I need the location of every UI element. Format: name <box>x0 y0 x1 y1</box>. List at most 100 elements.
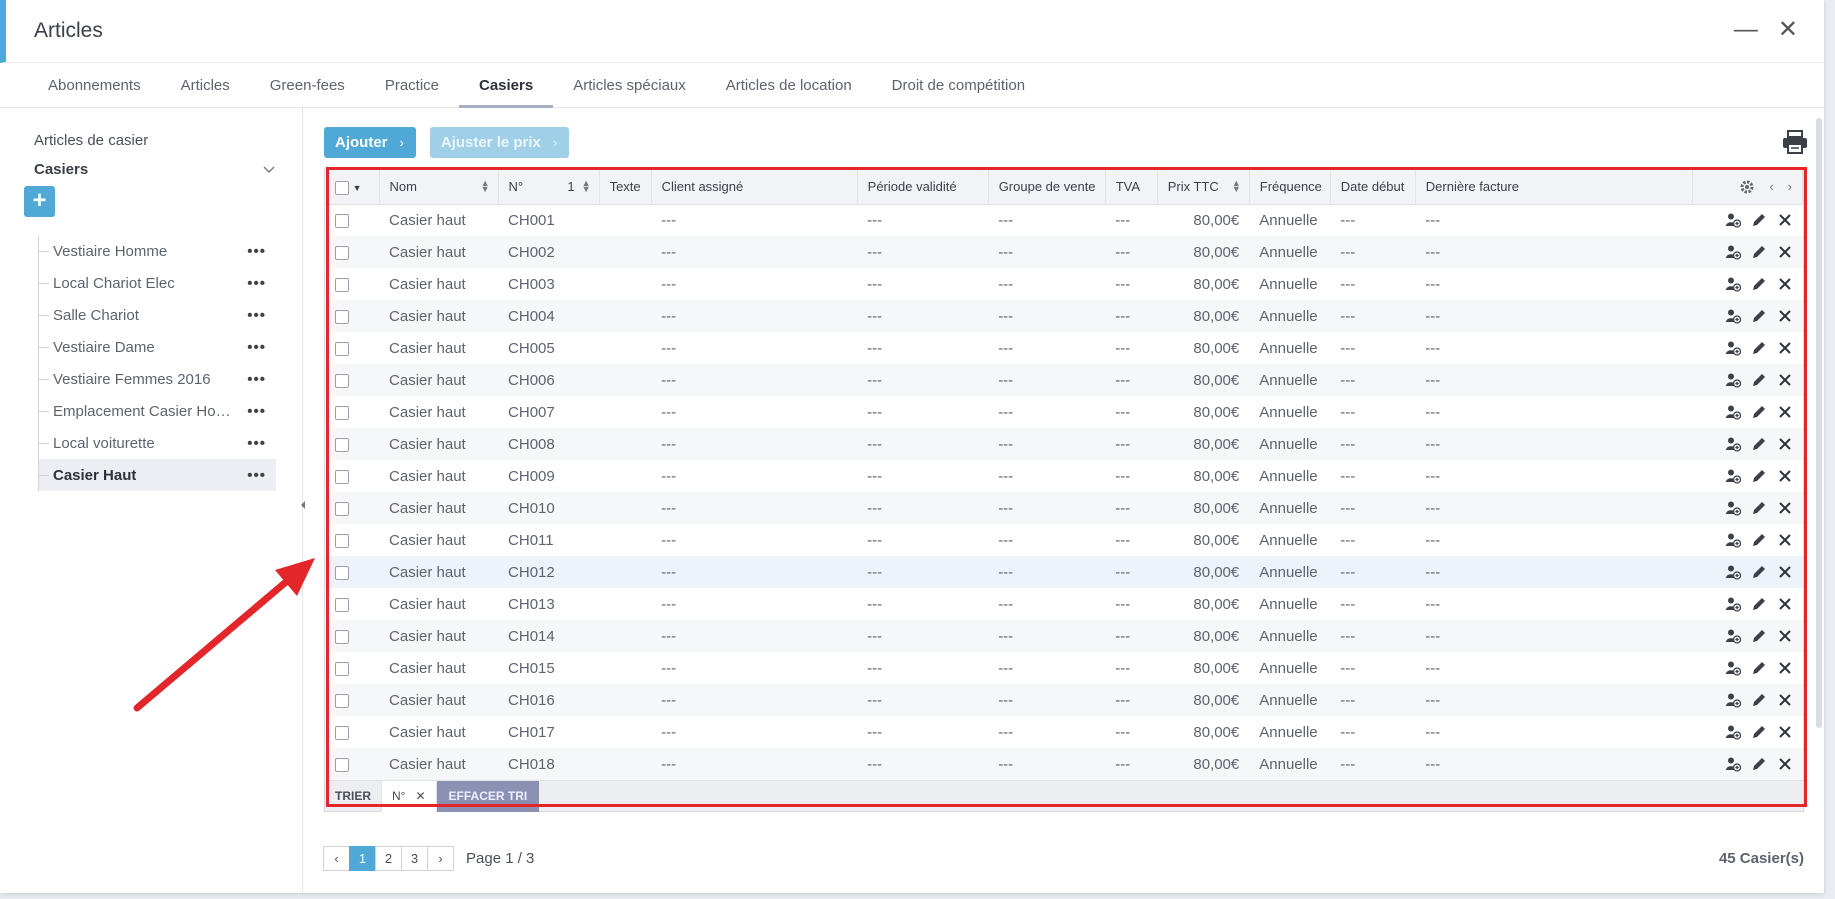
delete-x-icon[interactable] <box>1777 628 1793 644</box>
sidebar-item-local-voiturette[interactable]: Local voiturette ••• <box>39 427 276 459</box>
more-options-icon[interactable]: ••• <box>247 467 266 484</box>
row-checkbox[interactable] <box>335 469 349 484</box>
assign-user-icon[interactable] <box>1725 596 1741 612</box>
adjust-price-button[interactable]: Ajuster le prix › <box>429 127 570 158</box>
row-checkbox[interactable] <box>335 437 349 452</box>
col-date-debut[interactable]: Date début <box>1330 170 1416 205</box>
tab-droit-competition[interactable]: Droit de compétition <box>872 63 1045 107</box>
sidebar-title[interactable]: Articles de casier <box>34 132 276 149</box>
print-icon[interactable] <box>1782 130 1808 154</box>
table-row[interactable]: Casier haut CH016 --- --- --- --- 80,00€ Annuel… <box>325 684 1803 716</box>
tab-casiers[interactable]: Casiers <box>459 63 554 108</box>
delete-x-icon[interactable] <box>1777 468 1793 484</box>
row-checkbox[interactable] <box>335 661 349 676</box>
row-checkbox[interactable] <box>335 245 349 260</box>
settings-gear-icon[interactable] <box>1739 179 1755 195</box>
more-options-icon[interactable]: ••• <box>247 307 266 324</box>
sidebar-item-vestiaire-dame[interactable]: Vestiaire Dame ••• <box>39 331 276 363</box>
edit-pencil-icon[interactable] <box>1751 468 1767 484</box>
row-checkbox[interactable] <box>335 597 349 612</box>
assign-user-icon[interactable] <box>1725 564 1741 580</box>
delete-x-icon[interactable] <box>1777 532 1793 548</box>
table-row[interactable]: Casier haut CH015 --- --- --- --- 80,00€ Annuel… <box>325 652 1803 684</box>
row-checkbox[interactable] <box>335 693 349 708</box>
col-texte[interactable]: Texte <box>599 170 652 205</box>
table-row[interactable]: Casier haut CH014 --- --- --- --- 80,00€ Annuel… <box>325 620 1803 652</box>
more-options-icon[interactable]: ••• <box>247 371 266 388</box>
assign-user-icon[interactable] <box>1725 724 1741 740</box>
row-checkbox[interactable] <box>335 757 349 772</box>
row-checkbox[interactable] <box>335 725 349 740</box>
page-1-button[interactable]: 1 <box>349 846 376 871</box>
row-checkbox[interactable] <box>335 533 349 548</box>
col-derniere-facture[interactable]: Dernière facture <box>1415 170 1693 205</box>
edit-pencil-icon[interactable] <box>1751 372 1767 388</box>
edit-pencil-icon[interactable] <box>1751 756 1767 772</box>
sidebar-item-emplacement-casier-homme[interactable]: Emplacement Casier Hom... ••• <box>39 395 276 427</box>
assign-user-icon[interactable] <box>1725 660 1741 676</box>
col-tva[interactable]: TVA <box>1105 170 1158 205</box>
sidebar-item-casier-haut[interactable]: Casier Haut ••• <box>39 459 276 491</box>
sort-icon[interactable]: ▲ ▼ <box>582 179 591 194</box>
edit-pencil-icon[interactable] <box>1751 340 1767 356</box>
col-periode[interactable]: Période validité <box>857 170 989 205</box>
sidebar-item-vestiaire-femmes-2016[interactable]: Vestiaire Femmes 2016 ••• <box>39 363 276 395</box>
more-options-icon[interactable]: ••• <box>247 403 266 420</box>
delete-x-icon[interactable] <box>1777 500 1793 516</box>
prev-page-button[interactable]: ‹ <box>323 846 350 871</box>
vertical-scrollbar[interactable] <box>1816 118 1822 728</box>
edit-pencil-icon[interactable] <box>1751 212 1767 228</box>
page-3-button[interactable]: 3 <box>401 846 428 871</box>
edit-pencil-icon[interactable] <box>1751 660 1767 676</box>
clear-sort-button[interactable]: EFFACER TRI <box>436 780 540 812</box>
delete-x-icon[interactable] <box>1777 372 1793 388</box>
table-row[interactable]: Casier haut CH004 --- --- --- --- 80,00€ Annuel… <box>325 300 1803 332</box>
more-options-icon[interactable]: ••• <box>247 339 266 356</box>
table-row[interactable]: Casier haut CH009 --- --- --- --- 80,00€ Annuel… <box>325 460 1803 492</box>
delete-x-icon[interactable] <box>1777 436 1793 452</box>
row-checkbox[interactable] <box>335 341 349 356</box>
col-nom[interactable]: Nom ▲ ▼ <box>379 170 499 205</box>
delete-x-icon[interactable] <box>1777 212 1793 228</box>
chevron-right-icon[interactable]: › <box>1788 179 1792 194</box>
col-client[interactable]: Client assigné <box>651 170 858 205</box>
table-row[interactable]: Casier haut CH012 --- --- --- --- 80,00€ Annuel… <box>325 556 1803 588</box>
table-row[interactable]: Casier haut CH002 --- --- --- --- 80,00€ Annuel… <box>325 236 1803 268</box>
assign-user-icon[interactable] <box>1725 372 1741 388</box>
sidebar-item-vestiaire-homme[interactable]: Vestiaire Homme ••• <box>39 235 276 267</box>
assign-user-icon[interactable] <box>1725 276 1741 292</box>
sidebar-item-salle-chariot[interactable]: Salle Chariot ••• <box>39 299 276 331</box>
edit-pencil-icon[interactable] <box>1751 276 1767 292</box>
add-casier-button[interactable]: + <box>24 186 55 217</box>
tab-practice[interactable]: Practice <box>365 63 459 107</box>
table-row[interactable]: Casier haut CH006 --- --- --- --- 80,00€ Annuel… <box>325 364 1803 396</box>
select-all-checkbox[interactable] <box>335 180 349 195</box>
tab-abonnements[interactable]: Abonnements <box>28 63 161 107</box>
assign-user-icon[interactable] <box>1725 212 1741 228</box>
chevron-left-icon[interactable]: ‹ <box>1769 179 1773 194</box>
assign-user-icon[interactable] <box>1725 308 1741 324</box>
edit-pencil-icon[interactable] <box>1751 724 1767 740</box>
row-checkbox[interactable] <box>335 501 349 516</box>
assign-user-icon[interactable] <box>1725 628 1741 644</box>
delete-x-icon[interactable] <box>1777 308 1793 324</box>
col-frequence[interactable]: Fréquence <box>1249 170 1331 205</box>
tab-articles[interactable]: Articles <box>161 63 250 107</box>
sort-icon[interactable]: ▲ ▼ <box>1232 179 1241 194</box>
more-options-icon[interactable]: ••• <box>247 243 266 260</box>
table-row[interactable]: Casier haut CH011 --- --- --- --- 80,00€ Annuel… <box>325 524 1803 556</box>
edit-pencil-icon[interactable] <box>1751 436 1767 452</box>
minimize-icon[interactable]: — <box>1734 16 1758 44</box>
row-checkbox[interactable] <box>335 213 349 228</box>
delete-x-icon[interactable] <box>1777 404 1793 420</box>
next-page-button[interactable]: › <box>427 846 454 871</box>
more-options-icon[interactable]: ••• <box>247 275 266 292</box>
delete-x-icon[interactable] <box>1777 756 1793 772</box>
assign-user-icon[interactable] <box>1725 692 1741 708</box>
delete-x-icon[interactable] <box>1777 724 1793 740</box>
sort-icon[interactable]: ▲ ▼ <box>481 179 490 194</box>
more-options-icon[interactable]: ••• <box>247 435 266 452</box>
sidebar-item-local-chariot-elec[interactable]: Local Chariot Elec ••• <box>39 267 276 299</box>
table-row[interactable]: Casier haut CH007 --- --- --- --- 80,00€ Annuel… <box>325 396 1803 428</box>
close-icon[interactable]: ✕ <box>1778 16 1798 44</box>
